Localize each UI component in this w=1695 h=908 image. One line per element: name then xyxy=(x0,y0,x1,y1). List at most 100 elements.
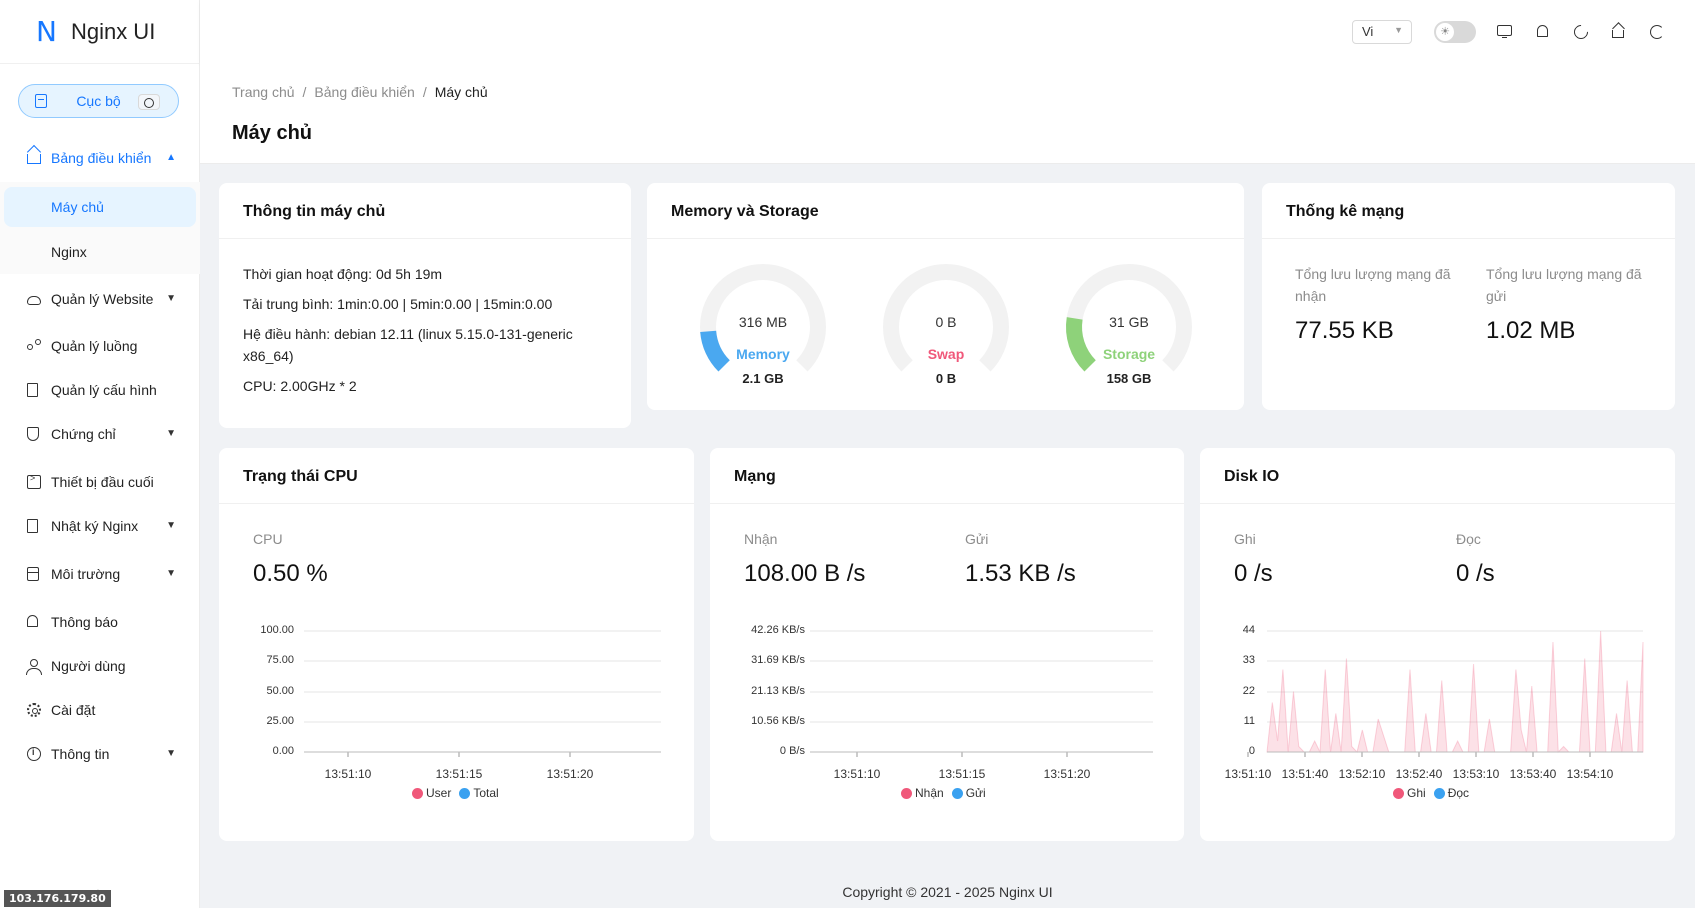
x-tick: 13:51:15 xyxy=(435,767,483,781)
nginx-logo-icon: N xyxy=(36,15,57,48)
sidebar-item-dashboard[interactable]: Bảng điều khiển ▲ xyxy=(0,138,200,178)
legend-label[interactable]: Total xyxy=(473,786,498,800)
storage-total: 158 GB xyxy=(1106,371,1152,386)
x-tick: 13:51:20 xyxy=(546,767,594,781)
chevron-down-icon: ▼ xyxy=(166,293,176,304)
sidebar-item-label: Quản lý cấu hình xyxy=(51,382,157,398)
info-icon xyxy=(27,747,41,761)
sidebar-item-stream[interactable]: Quản lý luồng xyxy=(0,326,200,366)
y-tick: 31.69 KB/s xyxy=(751,654,805,666)
sidebar-item-label: Người dùng xyxy=(51,658,126,674)
monitor-icon[interactable] xyxy=(1497,25,1512,38)
sidebar-item-environment[interactable]: Môi trường ▼ xyxy=(0,554,200,594)
logo[interactable]: N Nginx UI xyxy=(0,0,199,64)
swap-total: 0 B xyxy=(935,371,957,386)
y-tick: 33 xyxy=(1242,654,1255,666)
file-icon xyxy=(27,383,38,397)
sidebar-item-server[interactable]: Máy chủ xyxy=(4,187,196,227)
legend-label[interactable]: Gửi xyxy=(966,786,986,800)
theme-toggle[interactable]: ☀ xyxy=(1434,21,1476,43)
y-tick: 44 xyxy=(1242,624,1255,636)
legend-dot xyxy=(1433,787,1445,799)
sidebar-item-label: Quản lý luồng xyxy=(51,338,138,354)
legend-label[interactable]: Đọc xyxy=(1448,786,1469,800)
y-tick: 21.13 KB/s xyxy=(751,685,805,697)
sidebar-item-config[interactable]: Quản lý cấu hình xyxy=(0,370,200,410)
breadcrumb-home[interactable]: Trang chủ xyxy=(232,84,295,100)
legend-label[interactable]: User xyxy=(426,786,451,800)
chart-legend: Ghi Đọc xyxy=(1385,786,1469,800)
gear-icon xyxy=(27,703,41,717)
sidebar-item-nginx-log[interactable]: Nhật ký Nginx ▼ xyxy=(0,506,200,546)
write-value: 0 /s xyxy=(1234,560,1273,587)
sidebar-item-label: Cài đặt xyxy=(51,702,96,718)
sidebar-item-users[interactable]: Người dùng xyxy=(0,646,200,686)
read-label: Đọc xyxy=(1456,531,1481,547)
sidebar-item-notifications[interactable]: Thông báo xyxy=(0,602,200,642)
card-title: Mạng xyxy=(710,448,1184,504)
cpu-label: CPU xyxy=(253,531,283,547)
sidebar-item-label: Thông báo xyxy=(51,614,118,630)
chevron-down-icon: ▼ xyxy=(166,748,176,759)
sidebar-item-label: Nhật ký Nginx xyxy=(51,518,139,534)
terminal-icon xyxy=(27,473,41,489)
shield-icon xyxy=(27,427,39,441)
page-header: Trang chủ / Bảng điều khiển / Máy chủ Máy ch… xyxy=(200,64,1695,164)
storage-value: 31 GB xyxy=(1109,314,1149,330)
swap-label: Swap xyxy=(927,346,965,362)
card-title: Thống kê mạng xyxy=(1262,183,1675,239)
memory-label: Memory xyxy=(736,346,790,362)
sidebar-item-label: Thiết bị đầu cuối xyxy=(51,474,154,490)
sidebar-item-label: Máy chủ xyxy=(51,199,104,215)
language-select[interactable]: Vi ▼ xyxy=(1352,20,1412,44)
sidebar-item-nginx[interactable]: Nginx xyxy=(0,232,200,272)
cpu-value: 0.50 % xyxy=(253,560,328,587)
disk-io-chart xyxy=(1247,630,1644,757)
chevron-down-icon: ▼ xyxy=(166,568,176,579)
legend-label[interactable]: Nhận xyxy=(915,786,944,800)
recv-total-value: 77.55 KB xyxy=(1295,317,1394,344)
sidebar-item-website[interactable]: Quản lý Website ▼ xyxy=(0,279,200,319)
legend-label[interactable]: Ghi xyxy=(1407,786,1426,800)
cpu-text: CPU: 2.00GHz * 2 xyxy=(243,378,357,394)
home-icon xyxy=(27,154,41,164)
node-selector-button[interactable]: Cục bộ xyxy=(18,84,179,118)
server-info-card: Thông tin máy chủ Thời gian hoạt động: 0… xyxy=(219,183,631,428)
write-label: Ghi xyxy=(1234,531,1256,547)
card-title: Disk IO xyxy=(1200,448,1675,504)
database-icon xyxy=(27,567,39,581)
memory-total: 2.1 GB xyxy=(742,371,784,386)
bell-icon[interactable] xyxy=(1537,25,1548,37)
dashboard-icon[interactable] xyxy=(138,94,160,110)
y-tick: 0 xyxy=(1248,745,1255,757)
sidebar-item-about[interactable]: Thông tin ▼ xyxy=(0,734,200,774)
sidebar-item-settings[interactable]: Cài đặt xyxy=(0,690,200,730)
y-tick: 100.00 xyxy=(260,624,294,636)
x-tick: 13:54:10 xyxy=(1566,767,1614,781)
sidebar-item-label: Bảng điều khiển xyxy=(51,150,152,166)
os-text-1: Hệ điều hành: debian 12.11 (linux 5.15.0… xyxy=(243,326,573,342)
x-tick: 13:51:15 xyxy=(938,767,986,781)
breadcrumb-dashboard[interactable]: Bảng điều khiển xyxy=(314,84,414,100)
language-value: Vi xyxy=(1362,24,1374,39)
chevron-up-icon: ▲ xyxy=(166,152,176,163)
sent-label: Gửi xyxy=(965,531,989,547)
os-text-2: x86_64) xyxy=(243,348,294,364)
sidebar-item-terminal[interactable]: Thiết bị đầu cuối xyxy=(0,462,200,502)
y-tick: 22 xyxy=(1242,685,1255,697)
y-tick: 25.00 xyxy=(266,715,294,727)
logout-icon[interactable] xyxy=(1650,25,1664,39)
sidebar-item-label: Môi trường xyxy=(51,566,121,582)
sidebar-item-certificates[interactable]: Chứng chỉ ▼ xyxy=(0,414,200,454)
chevron-down-icon: ▼ xyxy=(1394,25,1403,35)
y-tick: 42.26 KB/s xyxy=(751,624,805,636)
bell-icon xyxy=(27,615,38,627)
user-icon xyxy=(26,659,42,675)
home-icon[interactable] xyxy=(1612,30,1624,38)
app-title: Nginx UI xyxy=(70,18,156,44)
sidebar-item-label: Nginx xyxy=(51,244,87,260)
chevron-down-icon: ▼ xyxy=(166,428,176,439)
card-title: Trạng thái CPU xyxy=(219,448,694,504)
recv-label: Nhận xyxy=(744,531,778,547)
sidebar-item-label: Thông tin xyxy=(51,746,110,762)
